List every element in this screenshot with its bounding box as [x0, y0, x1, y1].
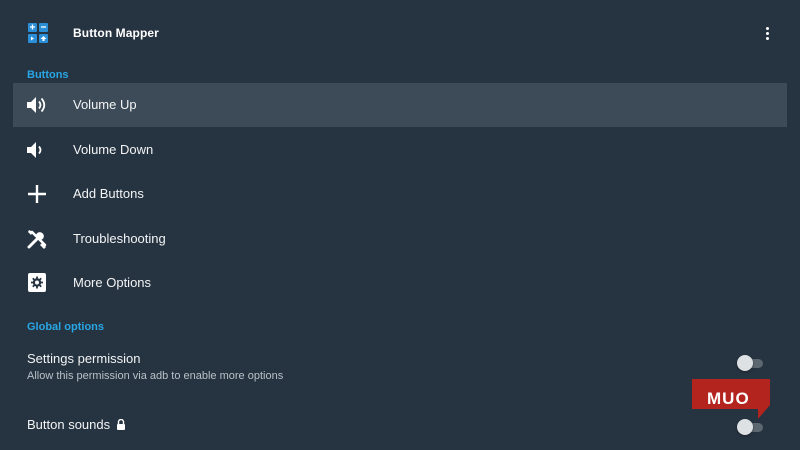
settings-box-icon: [28, 273, 46, 292]
list-item-label: Troubleshooting: [73, 231, 166, 246]
button-sounds-switch[interactable]: [737, 419, 763, 435]
list-item-label: Add Buttons: [73, 186, 144, 201]
list-item-label: More Options: [73, 275, 152, 290]
list-item-troubleshooting[interactable]: Troubleshooting: [13, 217, 787, 261]
pref-settings-permission[interactable]: Settings permission Allow this permissio…: [27, 351, 777, 382]
pref-title: Settings permission: [27, 351, 141, 366]
section-header-buttons: Buttons: [27, 69, 69, 81]
lock-icon: [117, 419, 126, 430]
section-header-global-options: Global options: [27, 321, 104, 333]
list-item-label: Volume Down: [73, 142, 154, 157]
watermark-text: MUO: [707, 389, 750, 408]
plus-icon: [28, 185, 46, 203]
volume-up-icon: [27, 97, 46, 113]
settings-permission-switch[interactable]: [737, 355, 763, 371]
app-bar: Button Mapper: [0, 0, 800, 66]
app-title: Button Mapper: [73, 26, 159, 40]
volume-down-icon: [27, 142, 42, 158]
list-item-volume-up[interactable]: Volume Up: [13, 83, 787, 127]
pref-title: Button sounds: [27, 417, 111, 432]
pref-subtitle: Allow this permission via adb to enable …: [27, 370, 284, 382]
app-grid-icon: [28, 23, 48, 43]
pref-button-sounds[interactable]: Button sounds: [27, 417, 777, 432]
list-item-label: Volume Up: [73, 97, 137, 112]
list-item-volume-down[interactable]: Volume Down: [13, 128, 787, 172]
list-item-add-buttons[interactable]: Add Buttons: [13, 172, 787, 216]
more-vert-icon[interactable]: [757, 23, 777, 43]
tools-icon: [27, 230, 47, 249]
list-item-more-options[interactable]: More Options: [13, 261, 787, 305]
